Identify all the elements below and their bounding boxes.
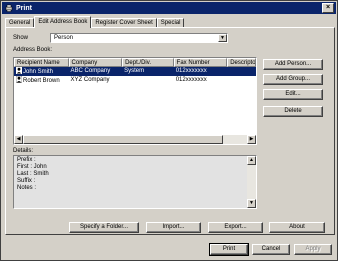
edit-button[interactable]: Edit... xyxy=(263,89,323,100)
descriptor-cell xyxy=(227,76,256,85)
printer-icon xyxy=(5,4,13,12)
show-label: Show xyxy=(13,35,29,41)
close-button[interactable]: × xyxy=(322,3,334,13)
detail-notes: Notes : xyxy=(17,185,37,191)
company-cell: ABC Company xyxy=(70,68,111,74)
horizontal-scrollbar[interactable]: ◀ ▶ xyxy=(14,135,256,144)
table-row[interactable]: Robert Brown XYZ Company 012xxxxxxx xyxy=(14,76,256,85)
column-fax-number[interactable]: Fax Number xyxy=(173,58,228,67)
address-book-list[interactable]: Recipient Name Company Dept./Div. Fax Nu… xyxy=(13,57,257,145)
company-cell: XYZ Company xyxy=(70,77,110,83)
dept-cell xyxy=(122,76,174,85)
table-row[interactable]: John Smith ABC Company System 012xxxxxxx xyxy=(14,67,256,76)
column-recipient-name[interactable]: Recipient Name xyxy=(14,58,69,67)
column-dept-div[interactable]: Dept./Div. xyxy=(122,58,174,67)
dept-cell: System xyxy=(124,68,145,74)
print-button[interactable]: Print xyxy=(209,243,249,256)
details-text: Prefix : First : John Last : Smith Suffi… xyxy=(17,157,49,192)
scroll-down-icon[interactable]: ▼ xyxy=(247,199,256,208)
details-box[interactable]: Prefix : First : John Last : Smith Suffi… xyxy=(13,155,257,209)
export-button[interactable]: Export... xyxy=(208,222,263,233)
show-dropdown-value: Person xyxy=(54,35,74,41)
scroll-up-icon[interactable]: ▲ xyxy=(247,156,256,165)
details-label: Details: xyxy=(13,148,34,154)
show-dropdown[interactable]: Person ▼ xyxy=(50,33,228,43)
descriptor-cell xyxy=(227,67,256,76)
window-title: Print xyxy=(16,4,32,12)
detail-suffix: Suffix : xyxy=(17,178,36,184)
scroll-thumb[interactable] xyxy=(23,135,223,144)
scroll-right-icon[interactable]: ▶ xyxy=(247,135,256,144)
vertical-scrollbar[interactable]: ▲ ▼ xyxy=(247,156,256,208)
person-icon xyxy=(16,67,22,74)
list-header: Recipient Name Company Dept./Div. Fax Nu… xyxy=(14,58,256,67)
detail-last: Last : Smith xyxy=(17,171,49,177)
apply-button[interactable]: Apply xyxy=(294,244,332,255)
add-person-button[interactable]: Add Person... xyxy=(263,59,323,70)
person-icon xyxy=(15,76,23,84)
close-icon: × xyxy=(325,4,331,11)
detail-prefix: Prefix : xyxy=(17,157,36,163)
address-book-label: Address Book: xyxy=(13,47,53,53)
fax-cell: 012xxxxxxx xyxy=(175,77,207,83)
column-company[interactable]: Company xyxy=(68,58,123,67)
cancel-button[interactable]: Cancel xyxy=(252,244,290,255)
recipient-name: John Smith xyxy=(23,69,54,75)
scroll-left-icon[interactable]: ◀ xyxy=(14,135,23,144)
column-descriptor[interactable]: Descriptor xyxy=(227,58,256,67)
specify-folder-button[interactable]: Specify a Folder... xyxy=(69,222,139,233)
import-button[interactable]: Import... xyxy=(146,222,201,233)
chevron-down-icon[interactable]: ▼ xyxy=(218,34,227,42)
delete-button[interactable]: Delete xyxy=(263,106,323,117)
add-group-button[interactable]: Add Group... xyxy=(263,74,323,85)
title-bar: Print × xyxy=(2,2,336,14)
about-button[interactable]: About xyxy=(269,222,325,233)
detail-first: First : John xyxy=(17,164,47,170)
print-dialog: Print × General Edit Address Book Regist… xyxy=(0,0,338,261)
recipient-name: Robert Brown xyxy=(23,78,60,84)
fax-cell: 012xxxxxxx xyxy=(175,68,207,74)
tab-edit-address-book[interactable]: Edit Address Book xyxy=(34,16,92,28)
